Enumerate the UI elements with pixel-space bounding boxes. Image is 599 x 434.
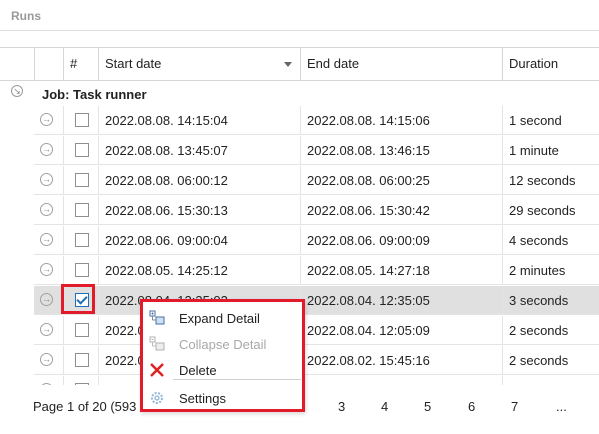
duration-cell: 3 seconds	[502, 286, 599, 315]
end-date-cell: 2022.08.08. 14:15:06	[300, 106, 502, 135]
end-date-cell: 2022.08.06. 09:00:09	[300, 226, 502, 255]
table-row[interactable]: →2022.08.02. 15:45:142022.08.02. 15:45:1…	[34, 346, 599, 375]
menu-item-collapse-detail[interactable]: Collapse Detail	[143, 332, 302, 356]
row-checkbox[interactable]	[75, 323, 89, 337]
start-date-cell: 2022.08.05. 14:25:12	[98, 256, 300, 285]
table-row[interactable]: →2022.08.04. 12:05:072022.08.04. 12:05:0…	[34, 316, 599, 345]
row-checkbox-cell	[63, 346, 98, 375]
row-expand-icon[interactable]: →	[40, 203, 53, 216]
row-checkbox[interactable]	[75, 113, 89, 127]
table-row[interactable]: → 2022.08.06. 15:30:13 2022.08.06. 15:30:4…	[34, 196, 599, 225]
sort-desc-icon[interactable]	[284, 62, 292, 67]
table-row[interactable]: → 2022.08.05. 14:25:12 2022.08.05. 14:27:1…	[34, 256, 599, 285]
duration-cell: 1 second	[502, 106, 599, 135]
start-date-cell: 2022.08.06. 15:30:13	[98, 196, 300, 225]
row-expand-icon[interactable]: →	[40, 263, 53, 276]
end-date-cell: 2022.08.08. 06:00:25	[300, 166, 502, 195]
row-expand-icon[interactable]: →	[40, 173, 53, 186]
duration-cell: 1 minute	[502, 136, 599, 165]
expand-detail-icon	[149, 310, 165, 325]
end-date-cell: 2022.08.04. 12:35:05	[300, 286, 502, 315]
end-date-cell: 2022.08.02. 11:15:09	[300, 376, 502, 385]
delete-label: Delete	[179, 363, 217, 378]
duration-cell: 12 seconds	[502, 166, 599, 195]
row-expand-icon[interactable]: →	[40, 323, 53, 336]
column-start-date[interactable]: Start date	[98, 48, 300, 80]
row-expand-icon[interactable]: →	[40, 353, 53, 366]
row-checkbox-cell	[63, 316, 98, 345]
table-row[interactable]: →2022.08.04. 12:35:022022.08.04. 12:35:0…	[34, 286, 599, 315]
row-checkbox[interactable]	[75, 233, 89, 247]
group-row[interactable]: ↘ Job: Task runner	[0, 80, 599, 106]
column-start-date-label: Start date	[105, 56, 162, 71]
row-checkbox-cell	[63, 196, 98, 225]
duration-cell: 4 seconds	[502, 226, 599, 255]
end-date-cell: 2022.08.04. 12:05:09	[300, 316, 502, 345]
page-link[interactable]: 6	[468, 399, 475, 414]
duration-cell: 2 seconds	[502, 316, 599, 345]
column-end-date[interactable]: End date	[300, 48, 502, 80]
table-row[interactable]: → 2022.08.08. 06:00:12 2022.08.08. 06:00:2…	[34, 166, 599, 195]
duration-cell: 2 seconds	[502, 346, 599, 375]
row-checkbox-cell	[63, 226, 98, 255]
table-row[interactable]: → 2022.08.06. 09:00:04 2022.08.06. 09:00:0…	[34, 226, 599, 255]
row-checkbox[interactable]	[75, 143, 89, 157]
table-row[interactable]: → 2022.08.08. 13:45:07 2022.08.08. 13:46:1…	[34, 136, 599, 165]
runs-header: Runs	[0, 0, 599, 31]
collapse-detail-icon	[149, 336, 165, 351]
group-collapse-icon[interactable]: ↘	[11, 85, 23, 97]
start-date-cell: 2022.08.08. 13:45:07	[98, 136, 300, 165]
row-expand-icon[interactable]: →	[40, 113, 53, 126]
delete-icon	[150, 363, 164, 377]
row-checkbox-cell	[63, 256, 98, 285]
row-checkbox-cell	[63, 376, 98, 385]
runs-title: Runs	[11, 9, 41, 23]
row-expand-icon[interactable]: →	[40, 233, 53, 246]
start-date-cell: 2022.08.06. 09:00:04	[98, 226, 300, 255]
row-checkbox[interactable]	[75, 173, 89, 187]
row-checkbox[interactable]	[75, 203, 89, 217]
start-date-cell: 2022.08.08. 06:00:12	[98, 166, 300, 195]
menu-separator	[173, 379, 301, 380]
end-date-cell: 2022.08.05. 14:27:18	[300, 256, 502, 285]
column-header-row: # Start date End date Duration	[0, 47, 599, 81]
page-link[interactable]: 7	[511, 399, 518, 414]
end-date-cell: 2022.08.06. 15:30:42	[300, 196, 502, 225]
pager: Page 1 of 20 (593 3 4 5 6 7 ...	[0, 385, 599, 434]
end-date-cell: 2022.08.02. 15:45:16	[300, 346, 502, 375]
row-checkbox-cell	[63, 166, 98, 195]
duration-cell: 2 minutes	[502, 256, 599, 285]
duration-cell: 29 seconds	[502, 196, 599, 225]
row-expand-icon[interactable]: →	[40, 143, 53, 156]
column-duration[interactable]: Duration	[502, 48, 599, 80]
page-link[interactable]: 4	[381, 399, 388, 414]
row-checkbox-cell	[63, 136, 98, 165]
table-row[interactable]: →2022.08.02. 11:15:072022.08.02. 11:15:0…	[34, 376, 599, 385]
row-checkbox-cell	[63, 106, 98, 135]
row-checkbox[interactable]	[75, 353, 89, 367]
collapse-detail-label: Collapse Detail	[179, 337, 267, 352]
group-label: Job: Task runner	[42, 87, 147, 102]
row-indicator-header	[34, 48, 63, 80]
end-date-cell: 2022.08.08. 13:46:15	[300, 136, 502, 165]
row-checkbox[interactable]	[75, 263, 89, 277]
checkbox-highlight-box	[61, 284, 95, 314]
page-link[interactable]: 3	[338, 399, 345, 414]
menu-item-expand-detail[interactable]: Expand Detail	[143, 306, 302, 330]
page-ellipsis[interactable]: ...	[556, 399, 567, 414]
table-row[interactable]: → 2022.08.08. 14:15:04 2022.08.08. 14:15:0…	[34, 106, 599, 135]
start-date-cell: 2022.08.08. 14:15:04	[98, 106, 300, 135]
column-hash[interactable]: #	[63, 48, 98, 80]
expand-detail-label: Expand Detail	[179, 311, 260, 326]
row-expand-icon[interactable]: →	[40, 293, 53, 306]
pager-info: Page 1 of 20 (593	[33, 399, 137, 414]
duration-cell: 2 seconds	[502, 376, 599, 385]
page-link[interactable]: 5	[424, 399, 431, 414]
